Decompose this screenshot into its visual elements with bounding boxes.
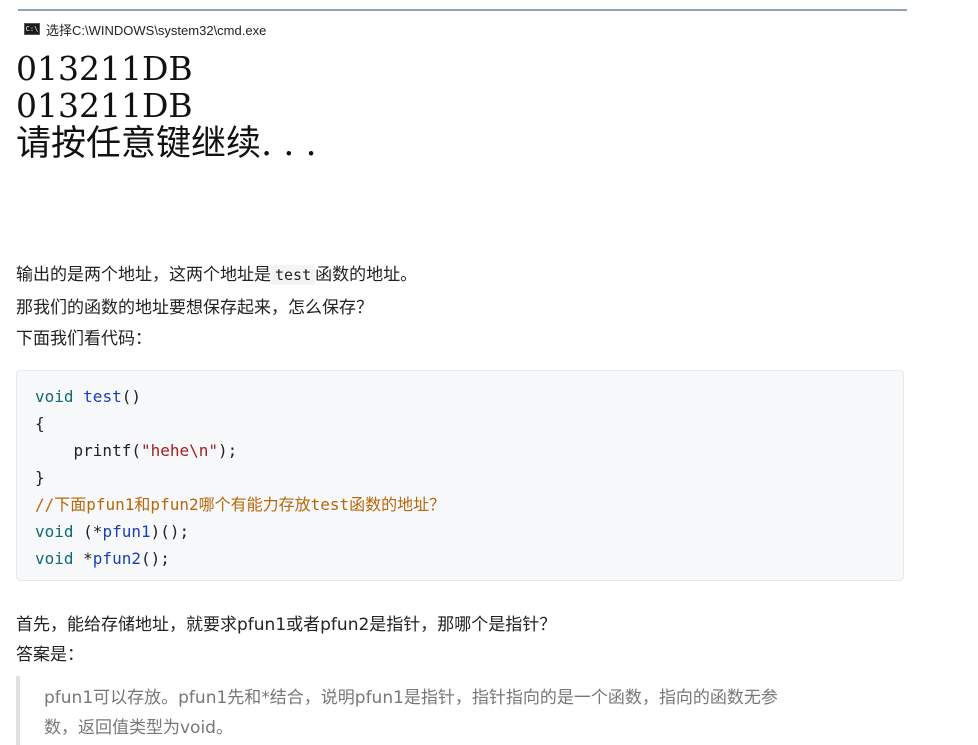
code-comment: //下面pfun1和pfun2哪个有能力存放test函数的地址？	[35, 495, 446, 514]
text-span: 输出的是两个地址，这两个地址是	[16, 265, 271, 285]
code-text: (*	[73, 522, 103, 541]
code-line: printf("hehe\n");	[35, 437, 903, 464]
code-line: {	[35, 414, 45, 433]
blockquote-line: 数，返回值类型为void。	[44, 718, 233, 738]
code-block: void test() { printf("hehe\n"); } //下面pf…	[16, 370, 904, 581]
cmd-icon: C:\	[24, 23, 40, 35]
code-line: void (*pfun1)();	[35, 518, 903, 545]
code-line: }	[35, 468, 45, 487]
code-line: void test()	[35, 383, 903, 410]
code-text: printf(	[35, 441, 141, 460]
console-prompt: 请按任意键继续. . .	[16, 124, 317, 164]
code-identifier: pfun1	[102, 522, 151, 541]
intro-paragraph-2: 那我们的函数的地址要想保存起来，怎么保存？	[16, 298, 373, 318]
code-text: );	[218, 441, 238, 460]
console-line: 013211DB	[16, 86, 193, 125]
intro-paragraph-3: 下面我们看代码：	[16, 329, 152, 349]
code-string: "hehe\n"	[140, 441, 219, 460]
code-text: *	[73, 549, 93, 568]
blockquote: pfun1可以存放。pfun1先和*结合，说明pfun1是指针，指针指向的是一个…	[16, 676, 906, 745]
inline-code-test: test	[271, 265, 316, 285]
answer-paragraph-2: 答案是：	[16, 645, 84, 665]
window-top-border	[18, 9, 907, 11]
console-line: 013211DB	[16, 49, 193, 88]
code-text: )();	[150, 522, 190, 541]
code-line: void *pfun2();	[35, 545, 903, 572]
code-function-name: test	[83, 387, 122, 406]
code-identifier: pfun2	[92, 549, 141, 568]
code-text: ();	[140, 549, 170, 568]
intro-paragraph-1: 输出的是两个地址，这两个地址是 test 函数的地址。	[16, 260, 906, 285]
code-text: ()	[121, 387, 141, 406]
code-keyword: void	[35, 522, 74, 541]
blockquote-line: pfun1可以存放。pfun1先和*结合，说明pfun1是指针，指针指向的是一个…	[44, 688, 778, 708]
code-keyword: void	[35, 387, 74, 406]
window-title: 选择C:\WINDOWS\system32\cmd.exe	[46, 22, 267, 38]
answer-paragraph-1: 首先，能给存储地址，就要求pfun1或者pfun2是指针，那哪个是指针？	[16, 615, 557, 635]
console-titlebar[interactable]: C:\ 选择C:\WINDOWS\system32\cmd.exe	[24, 20, 266, 38]
code-keyword: void	[35, 549, 74, 568]
text-span: 函数的地址。	[315, 265, 418, 285]
console-output: 013211DB 013211DB 请按任意键继续. . .	[16, 50, 317, 164]
